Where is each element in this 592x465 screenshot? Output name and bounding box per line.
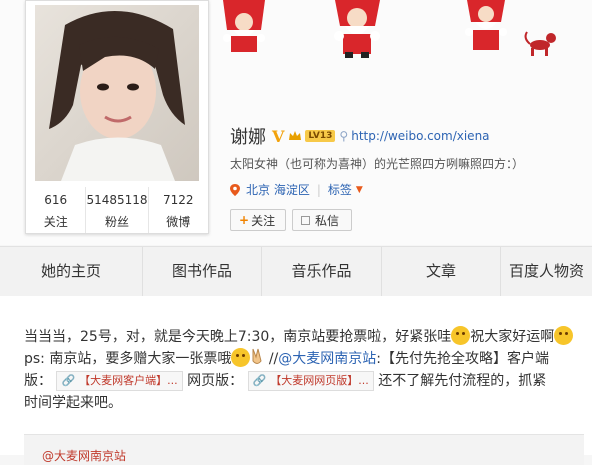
tab-books[interactable]: 图书作品 (143, 247, 262, 296)
link-chip-web[interactable]: 🔗 【大麦网网页版】... (247, 371, 374, 391)
stat-label: 微博 (166, 215, 191, 229)
christmas-banner (223, 0, 556, 58)
stat-value: 7122 (163, 193, 194, 207)
plus-icon: + (239, 213, 250, 227)
link-chip-client[interactable]: 🔗 【大麦网客户端】... (56, 371, 183, 391)
post-segment: ps: 南京站，要多赠大家一张票哦 (24, 351, 232, 367)
post-segment: :【先付先抢全攻略】客户端 (376, 351, 549, 367)
link-icon: 🔗 (252, 374, 267, 387)
profile-tabs: 她的主页 图书作品 音乐作品 文章 百度人物资 (0, 246, 592, 297)
profile-name: 谢娜 (230, 127, 266, 148)
chevron-down-icon[interactable]: ▼ (356, 185, 363, 195)
stat-label: 粉丝 (105, 215, 130, 229)
wink-emoji-icon (231, 348, 251, 367)
avatar-card: 616 关注 51485118 粉丝 7122 微博 (25, 0, 209, 234)
feed-area: 当当当，25号，对，就是今天晚上7:30，南京站要抢票啦，好紧张哇 祝大家好运啊 … (0, 296, 592, 465)
divider: | (316, 182, 321, 197)
post-segment: // (268, 351, 279, 367)
victory-hand-icon (252, 348, 262, 364)
repost-author[interactable]: @大麦网南京站 (42, 447, 126, 464)
stat-following[interactable]: 616 关注 (26, 187, 87, 233)
vip-crown-icon[interactable] (288, 130, 302, 142)
tab-music[interactable]: 音乐作品 (262, 247, 382, 296)
post-segment: 时间学起来吧。 (24, 395, 122, 411)
follow-button[interactable]: + 关注 (230, 209, 286, 231)
tab-articles[interactable]: 文章 (382, 247, 501, 296)
stat-posts[interactable]: 7122 微博 (149, 187, 208, 233)
verified-icon[interactable]: V (272, 127, 284, 146)
tab-baidu-people[interactable]: 百度人物资 (501, 247, 592, 296)
repost-box: @大麦网南京站 (24, 434, 584, 465)
location-text[interactable]: 北京 海淀区 (246, 181, 310, 198)
stat-value: 616 (44, 193, 68, 207)
chip-label: 【大麦网网页版】... (270, 374, 369, 387)
profile-url[interactable]: http://weibo.com/xiena (351, 129, 489, 143)
stat-label: 关注 (43, 215, 68, 229)
kiss-emoji-icon (554, 326, 574, 345)
tab-home[interactable]: 她的主页 (0, 247, 143, 296)
message-button[interactable]: 私信 (292, 209, 352, 231)
message-icon (301, 215, 310, 225)
location-row: 北京 海淀区 | 标签 ▼ (230, 181, 363, 198)
profile-bio: 太阳女神（也可称为喜神）的光芒照四方咧嘛照四方：） (230, 157, 525, 171)
nervous-emoji-icon (451, 326, 471, 345)
stat-followers[interactable]: 51485118 粉丝 (86, 187, 149, 233)
post-segment: 当当当，25号，对，就是今天晚上7:30，南京站要抢票啦，好紧张哇 (24, 329, 452, 345)
message-label: 私信 (315, 213, 340, 228)
stat-value: 51485118 (86, 193, 148, 207)
link-icon: ⚲ (339, 129, 349, 143)
chip-label: 【大麦网客户端】... (79, 374, 178, 387)
post-segment: 版： (24, 373, 52, 389)
post-segment: 网页版： (187, 373, 244, 389)
mention-link[interactable]: @大麦网南京站 (278, 351, 376, 367)
avatar[interactable] (35, 5, 199, 181)
post-segment: 祝大家好运啊 (470, 329, 555, 345)
post-text: 当当当，25号，对，就是今天晚上7:30，南京站要抢票啦，好紧张哇 祝大家好运啊 … (24, 326, 584, 414)
link-icon: 🔗 (61, 374, 76, 387)
tags-link[interactable]: 标签 (328, 181, 352, 198)
name-row: 谢娜 V LV13 ⚲ http://weibo.com/xiena (230, 124, 490, 149)
location-pin-icon (230, 183, 240, 196)
post-segment: 还不了解先付流程的，抓紧 (378, 373, 547, 389)
follow-label: 关注 (251, 213, 276, 228)
profile-stats: 616 关注 51485118 粉丝 7122 微博 (26, 187, 208, 233)
level-badge[interactable]: LV13 (305, 130, 336, 142)
